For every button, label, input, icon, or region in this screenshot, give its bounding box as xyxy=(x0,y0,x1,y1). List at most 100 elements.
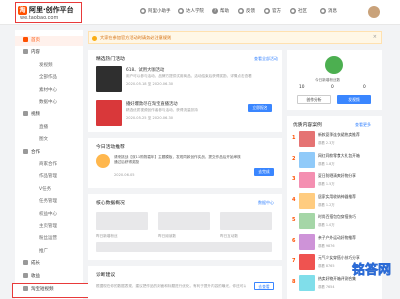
taobao-logo-icon: 淘 xyxy=(18,5,27,15)
more-link[interactable]: 查看更多 xyxy=(355,122,371,128)
avatar[interactable] xyxy=(368,6,380,18)
ranking-item[interactable]: 4 居家实用收纳神器推荐 观看 1.2万 xyxy=(292,192,382,211)
sidebar-item[interactable]: 主页管理 xyxy=(15,222,83,232)
sidebar-item[interactable]: 推广 xyxy=(15,247,83,257)
rank-number: 8 xyxy=(292,278,296,285)
post-video-button[interactable]: 发视频 xyxy=(337,95,371,104)
sidebar-item[interactable]: 图文 xyxy=(15,135,83,145)
rank-thumb xyxy=(299,254,315,270)
rank-sub: 观看 2.3万 xyxy=(318,141,335,145)
close-icon[interactable]: × xyxy=(373,34,377,40)
feedback-icon: ● xyxy=(238,8,244,14)
activity-thumb xyxy=(96,100,122,126)
rank-thumb xyxy=(299,131,315,147)
rank-title: 网红同款零食大礼包开箱 xyxy=(318,152,360,158)
profile-avatar xyxy=(325,56,343,74)
task-text: 请来挑战【双11购物嘉年】主题模板，发现同款创作实战，提交作品后开始审核通过后获… xyxy=(114,155,241,164)
notice-text: 大家在参加官方活动时请务必注意规则 xyxy=(100,35,172,40)
help-icon: ? xyxy=(212,8,218,14)
ranking-item[interactable]: 6 亲子户外运动好物推荐 观看 9876 xyxy=(292,233,382,252)
ranking-item[interactable]: 3 夏日防晒清爽好物分享 观看 1.5万 xyxy=(292,171,382,190)
more-link[interactable]: 查看全部活动 xyxy=(254,56,278,62)
nav-academy[interactable]: ● 达人学院 xyxy=(178,8,204,14)
logo-title: 阿里·创作平台 xyxy=(29,6,74,14)
community-icon: ● xyxy=(290,8,296,14)
rank-thumb xyxy=(299,274,315,291)
card-title: 诊断建议 xyxy=(96,273,116,278)
menu-icon xyxy=(23,272,28,278)
signup-button[interactable]: 立即报名 xyxy=(248,104,272,112)
ranking-item[interactable]: 2 网红同款零食大礼包开箱 观看 1.8万 xyxy=(292,151,382,170)
activity-title[interactable]: 618、试用大咖活动 xyxy=(126,67,164,73)
menu-icon xyxy=(23,111,28,117)
rank-title: 居家实用收纳神器推荐 xyxy=(318,193,356,199)
stat-block xyxy=(158,212,210,230)
analysis-button[interactable]: 创作分析 xyxy=(297,95,331,104)
sidebar-item[interactable]: 内容 xyxy=(15,48,83,58)
sidebar-item[interactable]: 素材中心 xyxy=(15,86,83,96)
menu-icon xyxy=(23,37,28,42)
card-title: 核心数据概况 xyxy=(96,201,125,206)
menu-icon xyxy=(23,148,28,154)
card-title: 优质内容案例 xyxy=(293,123,322,128)
rank-thumb xyxy=(299,213,315,229)
sidebar-item[interactable]: 直播 xyxy=(15,123,83,133)
rank-title: 热卖好物开箱评测合集 xyxy=(318,275,356,281)
sidebar-item[interactable]: V任务 xyxy=(15,185,83,195)
sidebar-item[interactable]: 收益 xyxy=(15,272,83,282)
ranking-item[interactable]: 1 新款夏季连衣裙热卖推荐 观看 2.3万 xyxy=(292,130,382,149)
sidebar-item[interactable]: 合作 xyxy=(15,148,83,158)
data-center-link[interactable]: 数据中心 xyxy=(258,200,274,206)
nav-help[interactable]: ? 帮助 xyxy=(212,8,229,14)
rank-number: 6 xyxy=(292,237,296,244)
rank-thumb xyxy=(299,233,315,250)
cap-icon: ● xyxy=(178,8,184,14)
nav-official[interactable]: ● 官方 xyxy=(264,8,281,14)
top-bar: 淘 阿里·创作平台 we.taobao.com ● 阿里小助手 ● 达人学院 ? 帮助… xyxy=(0,0,400,25)
sidebar-item[interactable]: 商家合作 xyxy=(15,160,83,170)
nav-assistant[interactable]: ● 阿里小助手 xyxy=(140,8,171,14)
task-icon xyxy=(96,154,110,168)
nav-feedback[interactable]: ● 反馈 xyxy=(238,8,255,14)
rank-thumb xyxy=(299,172,315,188)
rank-number: 1 xyxy=(292,135,296,141)
ranking-item[interactable]: 5 时尚百搭包包穿搭技巧 观看 1.0万 xyxy=(292,212,382,231)
sidebar-item[interactable]: 发视频 xyxy=(15,61,83,71)
activity-title[interactable]: 播好爆款尽在淘宝直播活动 xyxy=(126,101,178,107)
rank-title: 夏日防晒清爽好物分享 xyxy=(318,173,356,178)
rank-sub: 观看 1.0万 xyxy=(318,223,335,227)
rank-number: 2 xyxy=(292,155,296,162)
sidebar-item-taobao-video[interactable]: 淘宝短视频 xyxy=(12,283,97,298)
sidebar: 首页内容发视频全部作品素材中心数据中心视频直播图文合作商家合作作品管理 V任务任务… xyxy=(15,30,83,299)
stat-block xyxy=(96,212,148,230)
notice-banner: 大家在参加官方活动时请务必注意规则 × xyxy=(88,31,382,44)
sidebar-item[interactable]: 成长 xyxy=(15,259,83,269)
card-title: 精选热门活动 xyxy=(96,57,125,62)
stat-label: 昨日阅读数 xyxy=(158,234,176,238)
sidebar-item[interactable]: 任务管理 xyxy=(15,197,83,207)
menu-icon xyxy=(23,260,28,266)
complete-button[interactable]: 去完成 xyxy=(254,168,274,176)
rank-sub: 观看 1.5万 xyxy=(318,182,335,186)
logo[interactable]: 淘 阿里·创作平台 we.taobao.com xyxy=(15,2,82,23)
sidebar-item[interactable]: 权益中心 xyxy=(15,210,83,220)
sidebar-item[interactable]: 粉丝运营 xyxy=(15,234,83,244)
sidebar-item[interactable]: 作品管理 xyxy=(15,172,83,182)
rank-sub: 观看 1.8万 xyxy=(318,161,335,166)
rank-title: 时尚百搭包包穿搭技巧 xyxy=(318,214,356,219)
robot-icon: ● xyxy=(140,8,146,14)
rank-title: 新款夏季连衣裙热卖推荐 xyxy=(318,132,360,137)
analysis-card: 诊断建议 根据现在你的数据表现，建议把作品的封面和标题进行优化，有利于提升内容的… xyxy=(88,266,282,299)
nav-messages[interactable]: ● 消息 xyxy=(320,8,337,14)
stat-value: 0 xyxy=(363,85,366,90)
sidebar-item[interactable]: 首页 xyxy=(15,36,83,46)
nav-community[interactable]: ● 社区 xyxy=(290,8,307,14)
sidebar-item[interactable]: 视频 xyxy=(15,110,83,120)
sidebar-item[interactable]: 数据中心 xyxy=(15,98,83,108)
sidebar-item[interactable]: 全部作品 xyxy=(15,73,83,83)
rank-title: 亲子户外运动好物推荐 xyxy=(318,234,356,240)
stat-value: 0 xyxy=(331,85,334,90)
activity-thumb xyxy=(96,66,122,92)
view-button[interactable]: 去查看 xyxy=(254,282,274,290)
menu-icon xyxy=(23,49,28,55)
